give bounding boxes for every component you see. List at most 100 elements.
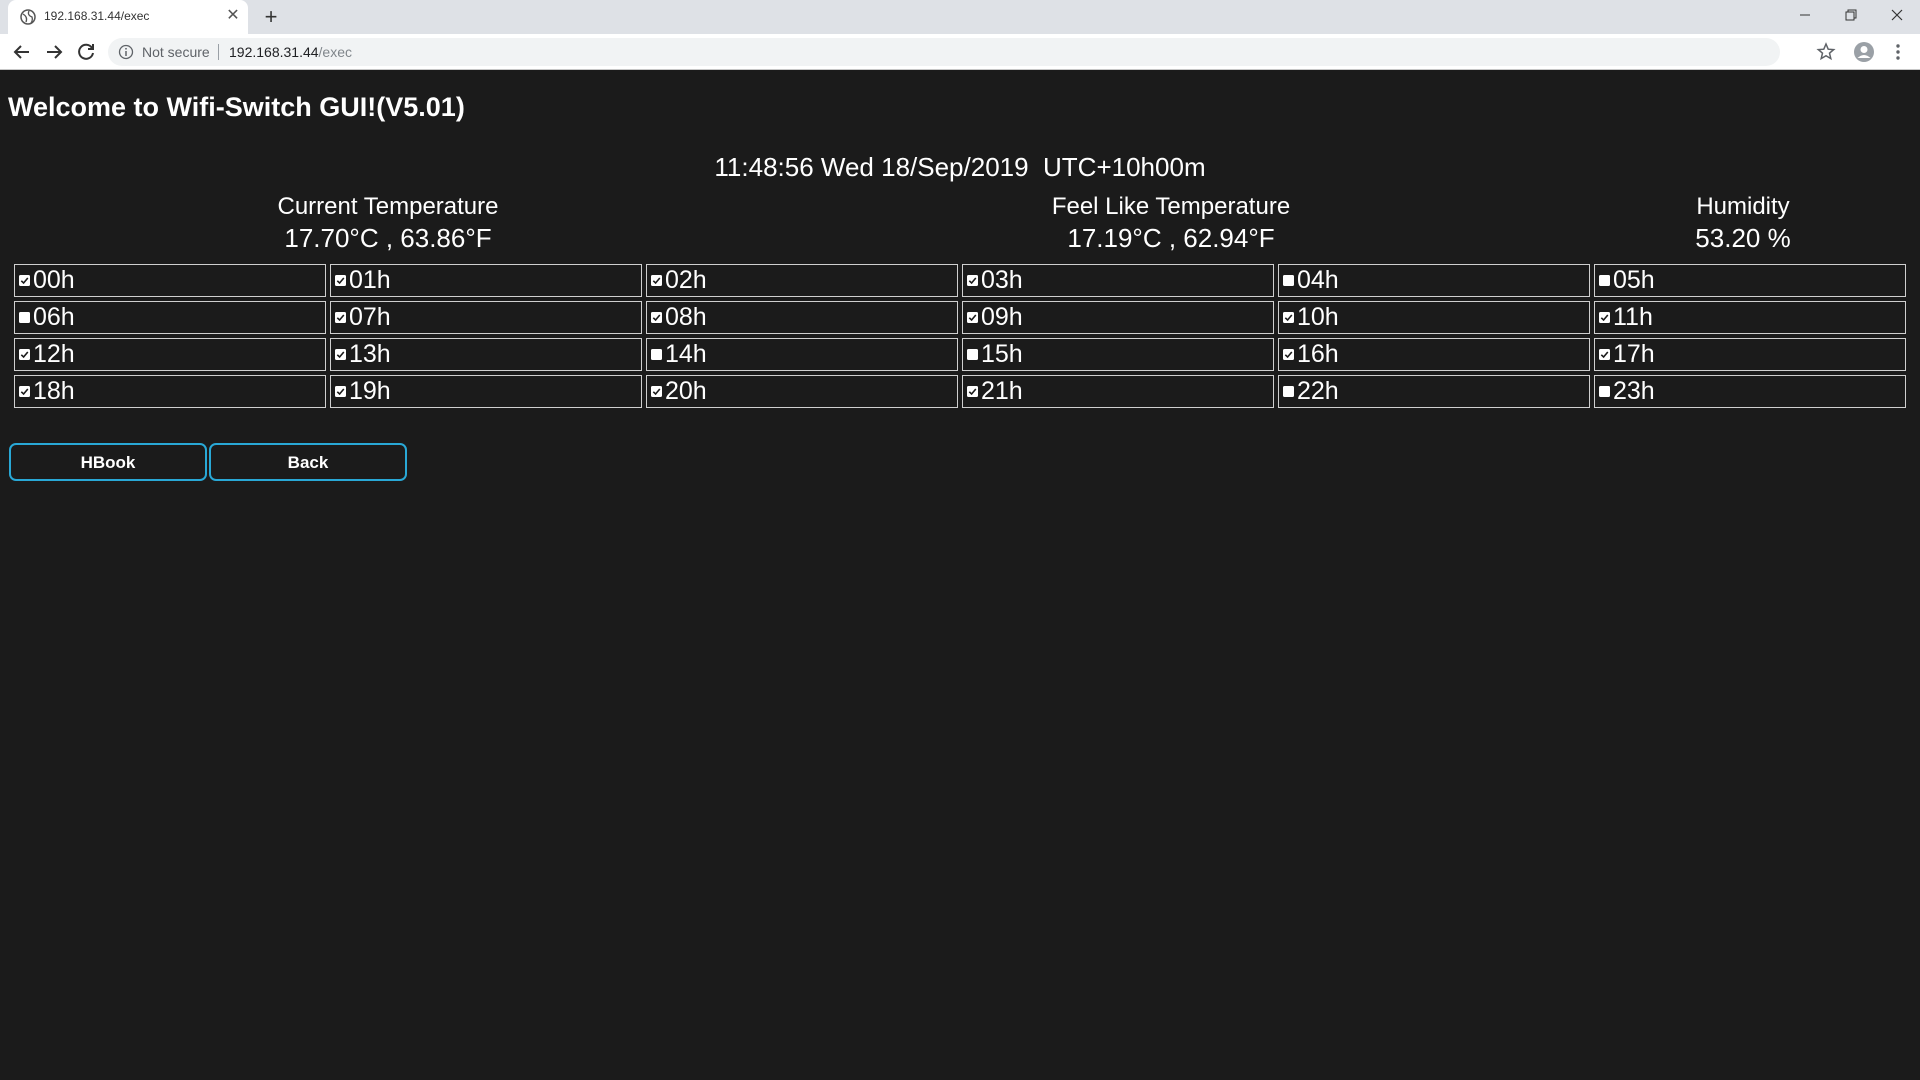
checkbox-checked-icon[interactable] — [335, 275, 346, 286]
checkbox-checked-icon[interactable] — [19, 275, 30, 286]
page-content: Welcome to Wifi-Switch GUI!(V5.01) 11:48… — [0, 70, 1920, 1080]
hour-label: 12h — [33, 340, 75, 368]
hour-label: 18h — [33, 377, 75, 405]
hour-label: 17h — [1613, 340, 1655, 368]
address-bar[interactable]: Not secure 192.168.31.44/exec — [108, 38, 1780, 66]
hour-row: 00h 01h 02h 03h 04h 05h — [14, 264, 1906, 297]
humidity-panel: Humidity 53.20 % — [1543, 192, 1920, 254]
checkbox-checked-icon[interactable] — [651, 312, 662, 323]
profile-avatar-icon[interactable] — [1852, 40, 1876, 64]
checkbox-unchecked-icon[interactable] — [651, 349, 662, 360]
hour-toggle-08h[interactable]: 08h — [646, 301, 958, 334]
hour-row: 18h 19h 20h 21h 22h 23h — [14, 375, 1906, 408]
close-window-button[interactable] — [1874, 0, 1920, 30]
forward-arrow-icon[interactable] — [42, 40, 66, 64]
minimize-button[interactable] — [1782, 0, 1828, 30]
checkbox-checked-icon[interactable] — [19, 386, 30, 397]
url-host: 192.168.31.44 — [229, 44, 319, 60]
hour-toggle-16h[interactable]: 16h — [1278, 338, 1590, 371]
hour-label: 09h — [981, 303, 1023, 331]
hour-label: 08h — [665, 303, 707, 331]
omnibox-divider — [218, 44, 219, 60]
url-text[interactable]: 192.168.31.44/exec — [229, 44, 352, 60]
current-temperature-panel: Current Temperature 17.70°C , 63.86°F — [188, 192, 588, 254]
checkbox-checked-icon[interactable] — [335, 312, 346, 323]
checkbox-checked-icon[interactable] — [967, 312, 978, 323]
browser-titlebar: 192.168.31.44/exec ✕ + — [0, 0, 1920, 34]
new-tab-button[interactable]: + — [258, 4, 284, 30]
hour-toggle-21h[interactable]: 21h — [962, 375, 1274, 408]
tab-close-icon[interactable]: ✕ — [224, 7, 242, 25]
hour-label: 22h — [1297, 377, 1339, 405]
hour-label: 02h — [665, 266, 707, 294]
hour-row: 06h 07h 08h 09h 10h 11h — [14, 301, 1906, 334]
checkbox-checked-icon[interactable] — [651, 275, 662, 286]
hour-label: 13h — [349, 340, 391, 368]
hour-schedule-grid: 00h 01h 02h 03h 04h 05h 06h 07h 08h 09h 10h 11h 12h 1… — [10, 260, 1910, 412]
checkbox-checked-icon[interactable] — [1599, 349, 1610, 360]
not-secure-label: Not secure — [142, 44, 210, 60]
checkbox-unchecked-icon[interactable] — [1283, 275, 1294, 286]
hour-toggle-13h[interactable]: 13h — [330, 338, 642, 371]
hour-toggle-07h[interactable]: 07h — [330, 301, 642, 334]
hour-toggle-01h[interactable]: 01h — [330, 264, 642, 297]
hour-label: 05h — [1613, 266, 1655, 294]
hour-label: 20h — [665, 377, 707, 405]
hour-toggle-03h[interactable]: 03h — [962, 264, 1274, 297]
minimize-icon — [1800, 14, 1810, 16]
hour-toggle-17h[interactable]: 17h — [1594, 338, 1906, 371]
hour-label: 11h — [1613, 303, 1653, 331]
hour-toggle-18h[interactable]: 18h — [14, 375, 326, 408]
reload-icon[interactable] — [74, 40, 98, 64]
hour-label: 03h — [981, 266, 1023, 294]
checkbox-unchecked-icon[interactable] — [1599, 275, 1610, 286]
hour-toggle-00h[interactable]: 00h — [14, 264, 326, 297]
close-icon — [1891, 9, 1903, 21]
hour-toggle-09h[interactable]: 09h — [962, 301, 1274, 334]
current-temperature-label: Current Temperature — [277, 193, 499, 220]
checkbox-unchecked-icon[interactable] — [1283, 386, 1294, 397]
hour-toggle-11h[interactable]: 11h — [1594, 301, 1906, 334]
checkbox-checked-icon[interactable] — [967, 275, 978, 286]
browser-tab[interactable]: 192.168.31.44/exec ✕ — [8, 0, 248, 34]
hour-label: 16h — [1297, 340, 1339, 368]
tab-title: 192.168.31.44/exec — [44, 9, 150, 23]
more-menu-icon[interactable] — [1886, 40, 1910, 64]
checkbox-checked-icon[interactable] — [335, 386, 346, 397]
back-arrow-icon[interactable] — [10, 40, 34, 64]
checkbox-checked-icon[interactable] — [335, 349, 346, 360]
checkbox-unchecked-icon[interactable] — [19, 312, 30, 323]
hour-toggle-10h[interactable]: 10h — [1278, 301, 1590, 334]
humidity-value: 53.20 % — [1695, 223, 1791, 253]
hour-label: 21h — [981, 377, 1023, 405]
checkbox-checked-icon[interactable] — [1283, 312, 1294, 323]
checkbox-unchecked-icon[interactable] — [1599, 386, 1610, 397]
hour-toggle-15h[interactable]: 15h — [962, 338, 1274, 371]
restore-button[interactable] — [1828, 0, 1874, 30]
info-icon[interactable] — [118, 44, 134, 60]
checkbox-checked-icon[interactable] — [1599, 312, 1610, 323]
hour-toggle-02h[interactable]: 02h — [646, 264, 958, 297]
bookmark-star-icon[interactable] — [1814, 40, 1838, 64]
checkbox-checked-icon[interactable] — [651, 386, 662, 397]
hour-label: 15h — [981, 340, 1023, 368]
hour-toggle-19h[interactable]: 19h — [330, 375, 642, 408]
hour-label: 00h — [33, 266, 75, 294]
checkbox-checked-icon[interactable] — [1283, 349, 1294, 360]
checkbox-unchecked-icon[interactable] — [967, 349, 978, 360]
hour-toggle-22h[interactable]: 22h — [1278, 375, 1590, 408]
hour-toggle-04h[interactable]: 04h — [1278, 264, 1590, 297]
checkbox-checked-icon[interactable] — [967, 386, 978, 397]
clock-display: 11:48:56 Wed 18/Sep/2019 UTC+10h00m — [714, 152, 1206, 182]
hour-toggle-20h[interactable]: 20h — [646, 375, 958, 408]
checkbox-checked-icon[interactable] — [19, 349, 30, 360]
hour-toggle-06h[interactable]: 06h — [14, 301, 326, 334]
hour-toggle-23h[interactable]: 23h — [1594, 375, 1906, 408]
hour-label: 07h — [349, 303, 391, 331]
hour-label: 06h — [33, 303, 75, 331]
hour-toggle-14h[interactable]: 14h — [646, 338, 958, 371]
back-button[interactable]: Back — [209, 443, 407, 481]
hour-toggle-12h[interactable]: 12h — [14, 338, 326, 371]
hour-toggle-05h[interactable]: 05h — [1594, 264, 1906, 297]
hbook-button[interactable]: HBook — [9, 443, 207, 481]
